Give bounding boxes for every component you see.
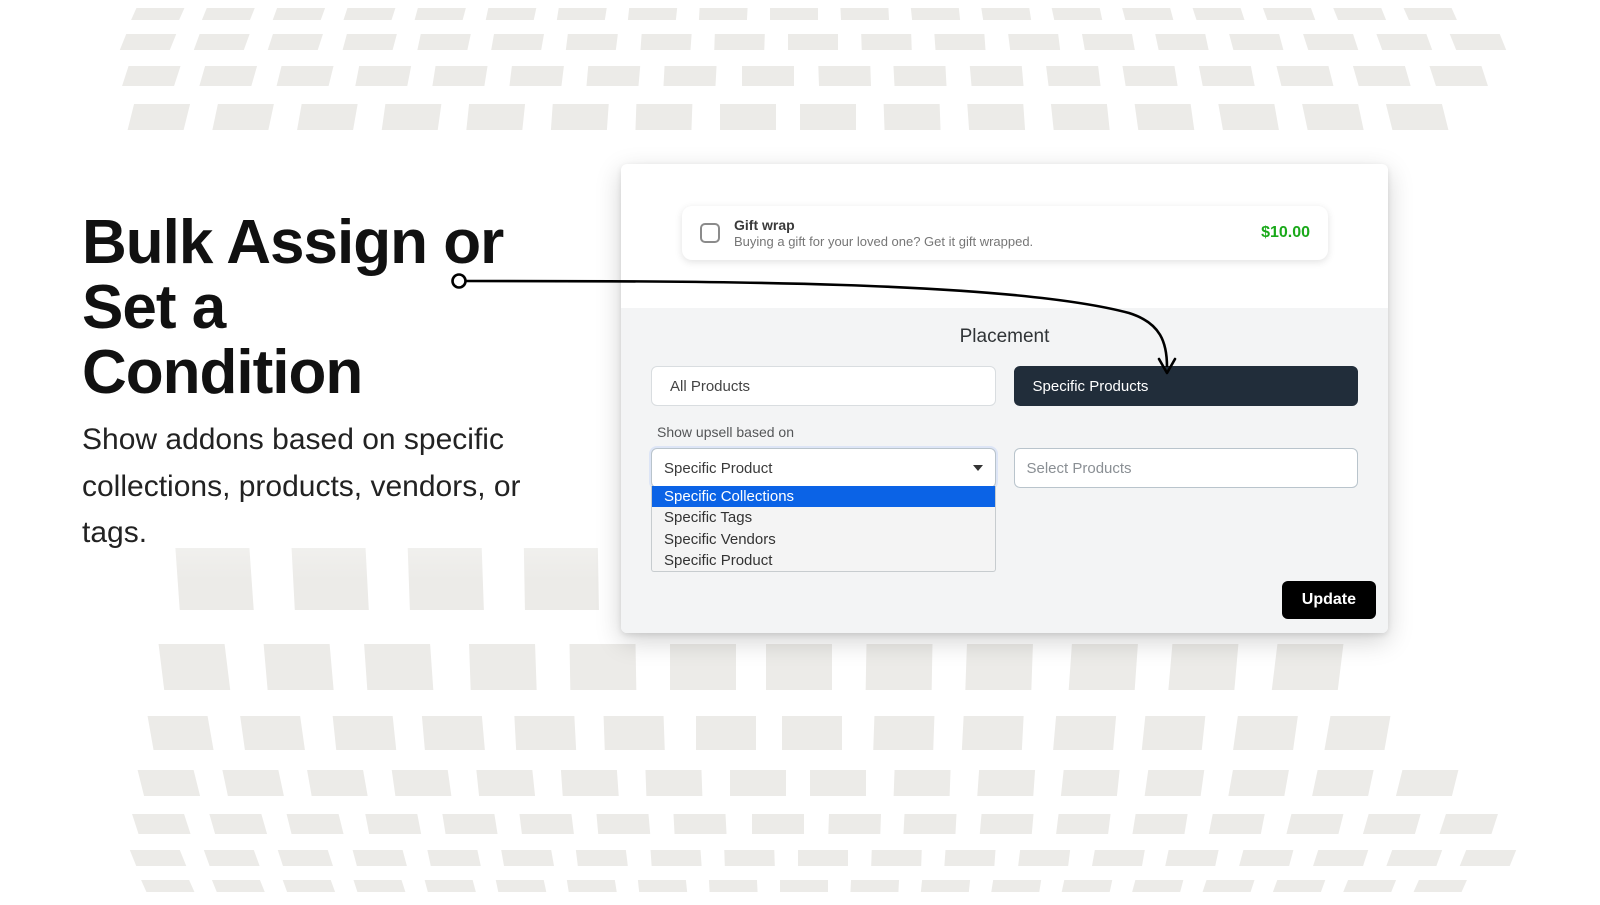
tab-all-products-label: All Products bbox=[670, 378, 750, 395]
placement-heading: Placement bbox=[651, 326, 1358, 348]
hero-subtitle: Show addons based on specific collection… bbox=[82, 417, 582, 557]
select-products-placeholder: Select Products bbox=[1027, 460, 1132, 477]
placement-tabs: All Products Specific Products bbox=[651, 366, 1358, 406]
dropdown-option-collections[interactable]: Specific Collections bbox=[652, 486, 995, 507]
update-button[interactable]: Update bbox=[1282, 581, 1376, 619]
dropdown-option-tags[interactable]: Specific Tags bbox=[652, 507, 995, 528]
upsell-basis-select[interactable]: Specific Product bbox=[651, 448, 996, 488]
gift-wrap-addon: Gift wrap Buying a gift for your loved o… bbox=[682, 206, 1328, 260]
upsell-basis-value: Specific Product bbox=[664, 460, 772, 477]
upsell-based-on-label: Show upsell based on bbox=[657, 424, 1358, 440]
gift-wrap-description: Buying a gift for your loved one? Get it… bbox=[734, 234, 1261, 249]
upsell-basis-select-wrap: Specific Product Specific Collections Sp… bbox=[651, 448, 996, 488]
select-products-input[interactable]: Select Products bbox=[1014, 448, 1359, 488]
gift-wrap-title: Gift wrap bbox=[734, 217, 1261, 233]
tab-specific-products[interactable]: Specific Products bbox=[1014, 366, 1359, 406]
gift-wrap-text: Gift wrap Buying a gift for your loved o… bbox=[734, 217, 1261, 249]
hero-title: Bulk Assign or Set a Condition bbox=[82, 210, 582, 405]
gift-wrap-price: $10.00 bbox=[1261, 224, 1310, 242]
selects-row: Specific Product Specific Collections Sp… bbox=[651, 448, 1358, 488]
hero-title-line1: Bulk Assign or Set a bbox=[82, 208, 503, 342]
tab-specific-products-label: Specific Products bbox=[1033, 378, 1149, 395]
gift-wrap-checkbox[interactable] bbox=[700, 223, 720, 243]
hero-copy: Bulk Assign or Set a Condition Show addo… bbox=[82, 210, 582, 557]
chevron-down-icon bbox=[973, 465, 983, 471]
dropdown-option-product[interactable]: Specific Product bbox=[652, 550, 995, 571]
tab-all-products[interactable]: All Products bbox=[651, 366, 996, 406]
select-products-wrap: Select Products bbox=[1014, 448, 1359, 488]
dropdown-option-vendors[interactable]: Specific Vendors bbox=[652, 529, 995, 550]
placement-section: Placement All Products Specific Products… bbox=[621, 308, 1388, 633]
upsell-basis-dropdown: Specific Collections Specific Tags Speci… bbox=[651, 486, 996, 572]
settings-panel: Gift wrap Buying a gift for your loved o… bbox=[621, 164, 1388, 633]
hero-title-line2: Condition bbox=[82, 338, 362, 407]
